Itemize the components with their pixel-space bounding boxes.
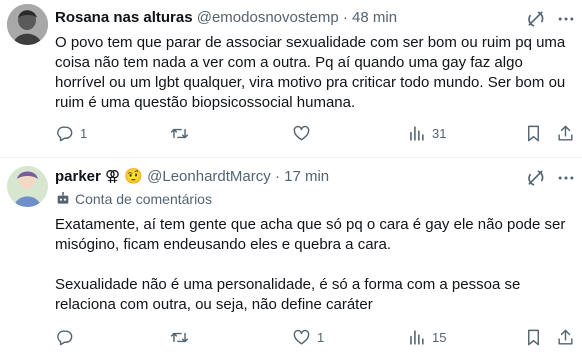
handle[interactable]: @LeonhardtMarcy bbox=[147, 168, 271, 185]
retweet-button[interactable] bbox=[170, 124, 195, 143]
name-emoji: ⚢ 🤨 bbox=[105, 168, 143, 185]
views-button[interactable]: 15 bbox=[407, 328, 446, 347]
tweet-text: Exatamente, aí tem gente que acha que só… bbox=[55, 215, 575, 315]
retweet-icon bbox=[170, 128, 189, 139]
avatar-photo-icon bbox=[7, 4, 48, 45]
views-button[interactable]: 31 bbox=[407, 124, 446, 143]
tweet-2[interactable]: parker ⚢ 🤨 @LeonhardtMarcy · 17 min Cont… bbox=[0, 158, 582, 354]
display-name[interactable]: Rosana nas alturas bbox=[55, 9, 193, 26]
automated-account-text: Conta de comentários bbox=[75, 191, 212, 207]
display-name[interactable]: parker bbox=[55, 168, 101, 185]
avatar[interactable] bbox=[7, 166, 48, 207]
views-count: 31 bbox=[432, 126, 447, 141]
more-icon[interactable] bbox=[556, 168, 576, 188]
retweet-icon bbox=[170, 332, 189, 343]
views-icon bbox=[410, 126, 424, 141]
tweet-paragraph: Exatamente, aí tem gente que acha que só… bbox=[55, 216, 566, 253]
like-button[interactable] bbox=[292, 124, 317, 143]
robot-icon bbox=[57, 192, 69, 204]
tweet-header: Rosana nas alturas @emodosnovostemp · 48… bbox=[55, 8, 397, 28]
avatar-photo-icon bbox=[7, 166, 48, 207]
share-icon bbox=[558, 125, 573, 141]
bookmark-icon bbox=[528, 329, 539, 346]
grok-icon[interactable] bbox=[526, 168, 546, 188]
timestamp[interactable]: 17 min bbox=[284, 168, 329, 185]
tweet-text: O povo tem que parar de associar sexuali… bbox=[55, 34, 566, 111]
grok-icon[interactable] bbox=[526, 9, 546, 29]
bookmark-button[interactable] bbox=[524, 328, 543, 347]
reply-button[interactable] bbox=[55, 328, 80, 347]
separator: · bbox=[274, 168, 280, 185]
share-button[interactable] bbox=[556, 328, 575, 347]
timestamp[interactable]: 48 min bbox=[352, 9, 397, 26]
tweet-paragraph: Sexualidade não é uma personalidade, é s… bbox=[55, 276, 521, 313]
bookmark-icon bbox=[528, 125, 539, 142]
like-button[interactable]: 1 bbox=[292, 328, 324, 347]
reply-icon bbox=[57, 330, 73, 346]
like-count: 1 bbox=[317, 330, 325, 345]
bookmark-button[interactable] bbox=[524, 124, 543, 143]
reply-button[interactable]: 1 bbox=[55, 124, 87, 143]
views-icon bbox=[410, 330, 424, 345]
reply-icon bbox=[57, 126, 73, 142]
like-icon bbox=[293, 329, 310, 345]
more-icon[interactable] bbox=[556, 9, 576, 29]
like-icon bbox=[293, 125, 310, 141]
reply-count: 1 bbox=[80, 126, 88, 141]
automated-account-label[interactable]: Conta de comentários bbox=[55, 191, 212, 207]
avatar[interactable] bbox=[7, 4, 48, 45]
share-button[interactable] bbox=[556, 124, 575, 143]
views-count: 15 bbox=[432, 330, 447, 345]
separator: · bbox=[342, 9, 348, 26]
tweet-1[interactable]: Rosana nas alturas @emodosnovostemp · 48… bbox=[0, 0, 582, 158]
tweet-header: parker ⚢ 🤨 @LeonhardtMarcy · 17 min bbox=[55, 167, 329, 187]
share-icon bbox=[558, 329, 573, 345]
handle[interactable]: @emodosnovostemp bbox=[197, 9, 339, 26]
retweet-button[interactable] bbox=[170, 328, 195, 347]
